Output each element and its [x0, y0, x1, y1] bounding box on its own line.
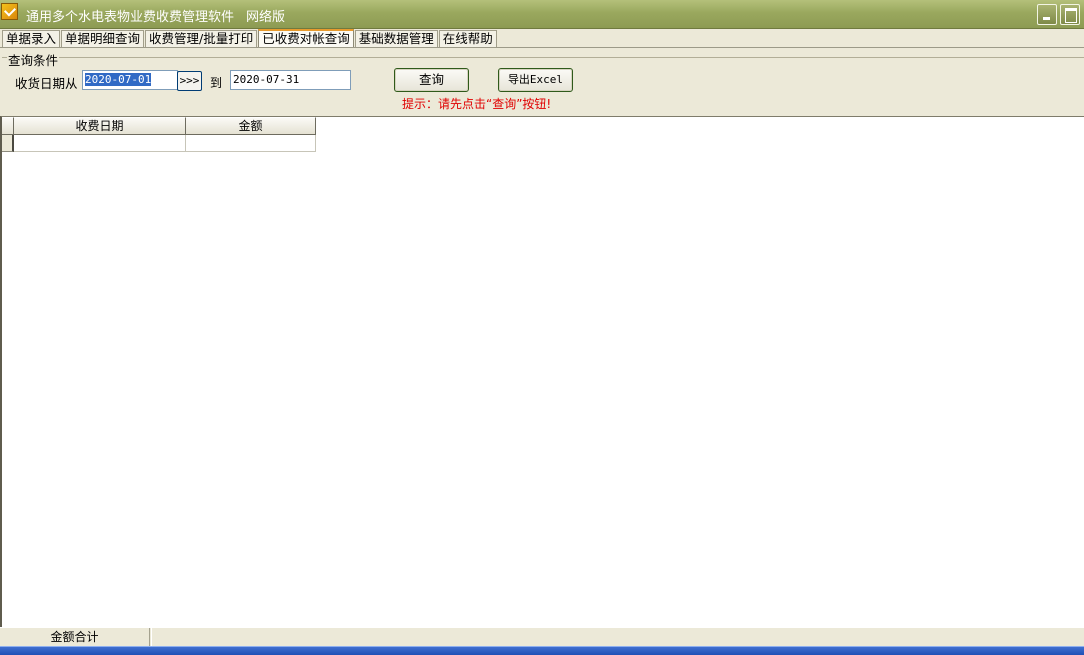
- window-edition: 网络版: [246, 10, 286, 25]
- table-row[interactable]: [2, 135, 316, 152]
- date-from-label: 收货日期从: [15, 76, 78, 91]
- tab-basic-data[interactable]: 基础数据管理: [354, 30, 438, 47]
- query-conditions-label: 查询条件: [7, 50, 60, 69]
- tab-charge-management[interactable]: 收费管理/批量打印: [145, 30, 258, 47]
- summary-bar: 金额合计: [0, 627, 1084, 647]
- window-title: 通用多个水电表物业费收费管理软件 网络版: [26, 6, 285, 25]
- export-excel-button[interactable]: 导出Excel: [498, 68, 573, 92]
- minimize-button[interactable]: [1037, 4, 1057, 25]
- total-amount-label: 金额合计: [0, 628, 150, 647]
- app-logo-icon: [1, 3, 18, 20]
- total-amount-value: [151, 628, 1084, 647]
- window-title-text: 通用多个水电表物业费收费管理软件: [26, 10, 235, 25]
- title-bar: 通用多个水电表物业费收费管理软件 网络版: [0, 0, 1084, 29]
- tab-online-help[interactable]: 在线帮助: [438, 30, 497, 47]
- cell-amount[interactable]: [186, 135, 316, 152]
- date-from-input[interactable]: 2020-07-01: [82, 70, 178, 90]
- row-indicator[interactable]: [2, 135, 14, 152]
- column-header-amount[interactable]: 金额: [186, 117, 316, 135]
- query-button[interactable]: 查询: [394, 68, 469, 92]
- grid-corner: [2, 117, 14, 135]
- cell-charge-date[interactable]: [14, 135, 186, 152]
- tab-document-entry[interactable]: 单据录入: [2, 30, 61, 47]
- tab-document-detail-query[interactable]: 单据明细查询: [61, 30, 145, 47]
- hint-text: 提示：请先点击“查询”按钮!: [402, 97, 552, 111]
- tab-strip: 单据录入 单据明细查询 收费管理/批量打印 已收费对帐查询 基础数据管理 在线帮…: [0, 29, 1084, 48]
- date-to-input[interactable]: 2020-07-31: [230, 70, 351, 90]
- date-picker-button[interactable]: >>>: [177, 71, 202, 91]
- maximize-button[interactable]: [1060, 4, 1080, 25]
- taskbar: [0, 646, 1084, 655]
- results-grid[interactable]: 收费日期 金额: [0, 116, 1084, 627]
- date-from-value: 2020-07-01: [85, 73, 152, 86]
- tab-paid-reconciliation[interactable]: 已收费对帐查询: [258, 29, 354, 47]
- grid-header: 收费日期 金额: [2, 117, 316, 135]
- date-to-label: 到: [210, 76, 223, 90]
- column-header-charge-date[interactable]: 收费日期: [14, 117, 186, 135]
